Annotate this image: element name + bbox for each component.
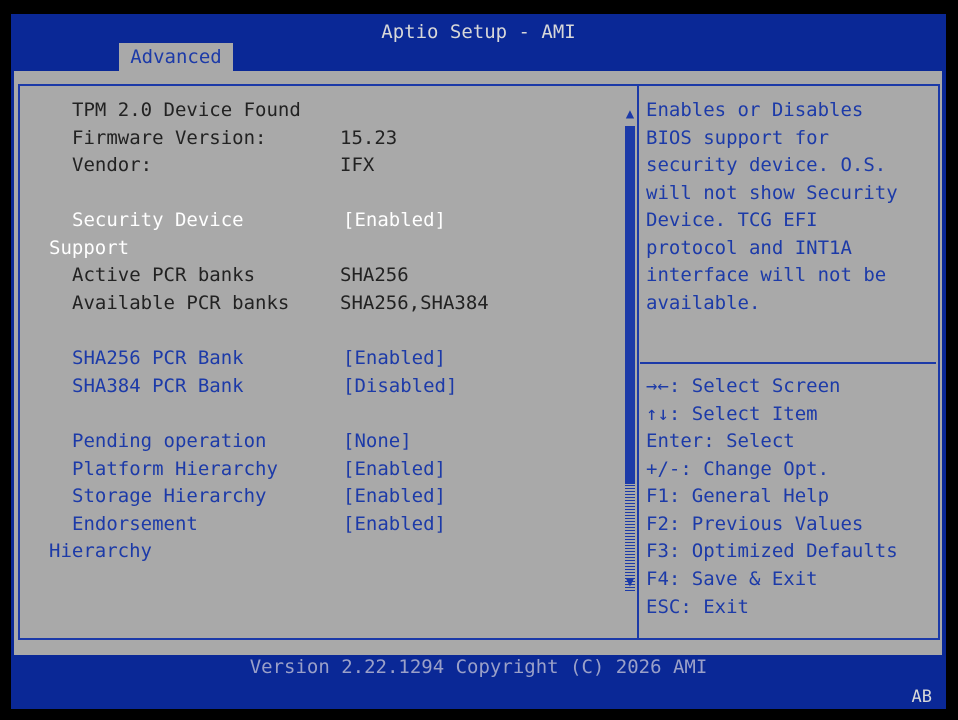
active-pcr-banks-label: Active PCR banks bbox=[72, 264, 256, 286]
scroll-up-icon[interactable]: ▲ bbox=[623, 107, 637, 121]
key-hint: F4: Save & Exit bbox=[646, 568, 818, 590]
scrollbar-thumb[interactable] bbox=[625, 126, 635, 484]
status-badge: AB bbox=[911, 687, 932, 707]
help-line: available. bbox=[646, 292, 761, 314]
sha256-pcr-bank-value[interactable]: [Enabled] bbox=[343, 345, 446, 373]
sha384-pcr-bank-value[interactable]: [Disabled] bbox=[343, 373, 457, 401]
help-line: security device. O.S. bbox=[646, 154, 887, 176]
tab-advanced[interactable]: Advanced bbox=[119, 43, 233, 71]
scroll-down-icon[interactable]: ▼ bbox=[623, 575, 637, 589]
sha384-pcr-bank-label[interactable]: SHA384 PCR Bank bbox=[72, 373, 244, 401]
panel-divider bbox=[637, 86, 639, 638]
help-line: protocol and INT1A bbox=[646, 237, 852, 259]
security-device-support-label[interactable]: Security Device bbox=[72, 207, 244, 235]
key-hint: F1: General Help bbox=[646, 485, 830, 507]
firmware-version-label: Firmware Version: bbox=[72, 127, 267, 149]
platform-hierarchy-label[interactable]: Platform Hierarchy bbox=[72, 456, 278, 484]
sha256-pcr-bank-label[interactable]: SHA256 PCR Bank bbox=[72, 345, 244, 373]
help-line: Enables or Disables bbox=[646, 99, 864, 121]
available-pcr-banks-label: Available PCR banks bbox=[72, 292, 290, 314]
help-line: interface will not be bbox=[646, 264, 887, 286]
key-hint: ↑↓: Select Item bbox=[646, 403, 818, 425]
storage-hierarchy-label[interactable]: Storage Hierarchy bbox=[72, 483, 266, 511]
security-device-support-value[interactable]: [Enabled] bbox=[343, 207, 446, 235]
endorsement-hierarchy-label[interactable]: Endorsement bbox=[72, 511, 198, 539]
settings-frame: TPM 2.0 Device Found Firmware Version: 1… bbox=[18, 84, 940, 640]
pending-operation-value[interactable]: [None] bbox=[343, 428, 412, 456]
help-line: BIOS support for bbox=[646, 127, 830, 149]
help-line: will not show Security bbox=[646, 182, 898, 204]
help-line: Device. TCG EFI bbox=[646, 209, 818, 231]
vendor-label: Vendor: bbox=[72, 154, 153, 176]
security-device-support-label-cont[interactable]: Support bbox=[49, 235, 129, 263]
firmware-version-value: 15.23 bbox=[340, 127, 398, 149]
endorsement-hierarchy-label-cont[interactable]: Hierarchy bbox=[49, 538, 152, 566]
active-pcr-banks-value: SHA256 bbox=[340, 264, 409, 286]
pending-operation-label[interactable]: Pending operation bbox=[72, 428, 266, 456]
help-divider bbox=[640, 362, 936, 364]
bios-screen: Aptio Setup - AMI Advanced TPM 2.0 Devic… bbox=[11, 14, 946, 709]
key-hint: ESC: Exit bbox=[646, 596, 749, 618]
key-hint: Enter: Select bbox=[646, 430, 795, 452]
key-hint: →←: Select Screen bbox=[646, 375, 841, 397]
vendor-value: IFX bbox=[340, 154, 375, 176]
available-pcr-banks-value: SHA256,SHA384 bbox=[340, 292, 489, 314]
key-hint: F2: Previous Values bbox=[646, 513, 864, 535]
scrollbar[interactable] bbox=[625, 126, 635, 591]
main-panel: TPM 2.0 Device Found Firmware Version: 1… bbox=[14, 71, 942, 655]
storage-hierarchy-value[interactable]: [Enabled] bbox=[343, 483, 446, 511]
endorsement-hierarchy-value[interactable]: [Enabled] bbox=[343, 511, 446, 539]
key-hint: F3: Optimized Defaults bbox=[646, 540, 898, 562]
version-footer: Version 2.22.1294 Copyright (C) 2026 AMI bbox=[249, 656, 708, 678]
platform-hierarchy-value[interactable]: [Enabled] bbox=[343, 456, 446, 484]
tpm-found-label: TPM 2.0 Device Found bbox=[72, 99, 301, 121]
key-hint: +/-: Change Opt. bbox=[646, 458, 830, 480]
